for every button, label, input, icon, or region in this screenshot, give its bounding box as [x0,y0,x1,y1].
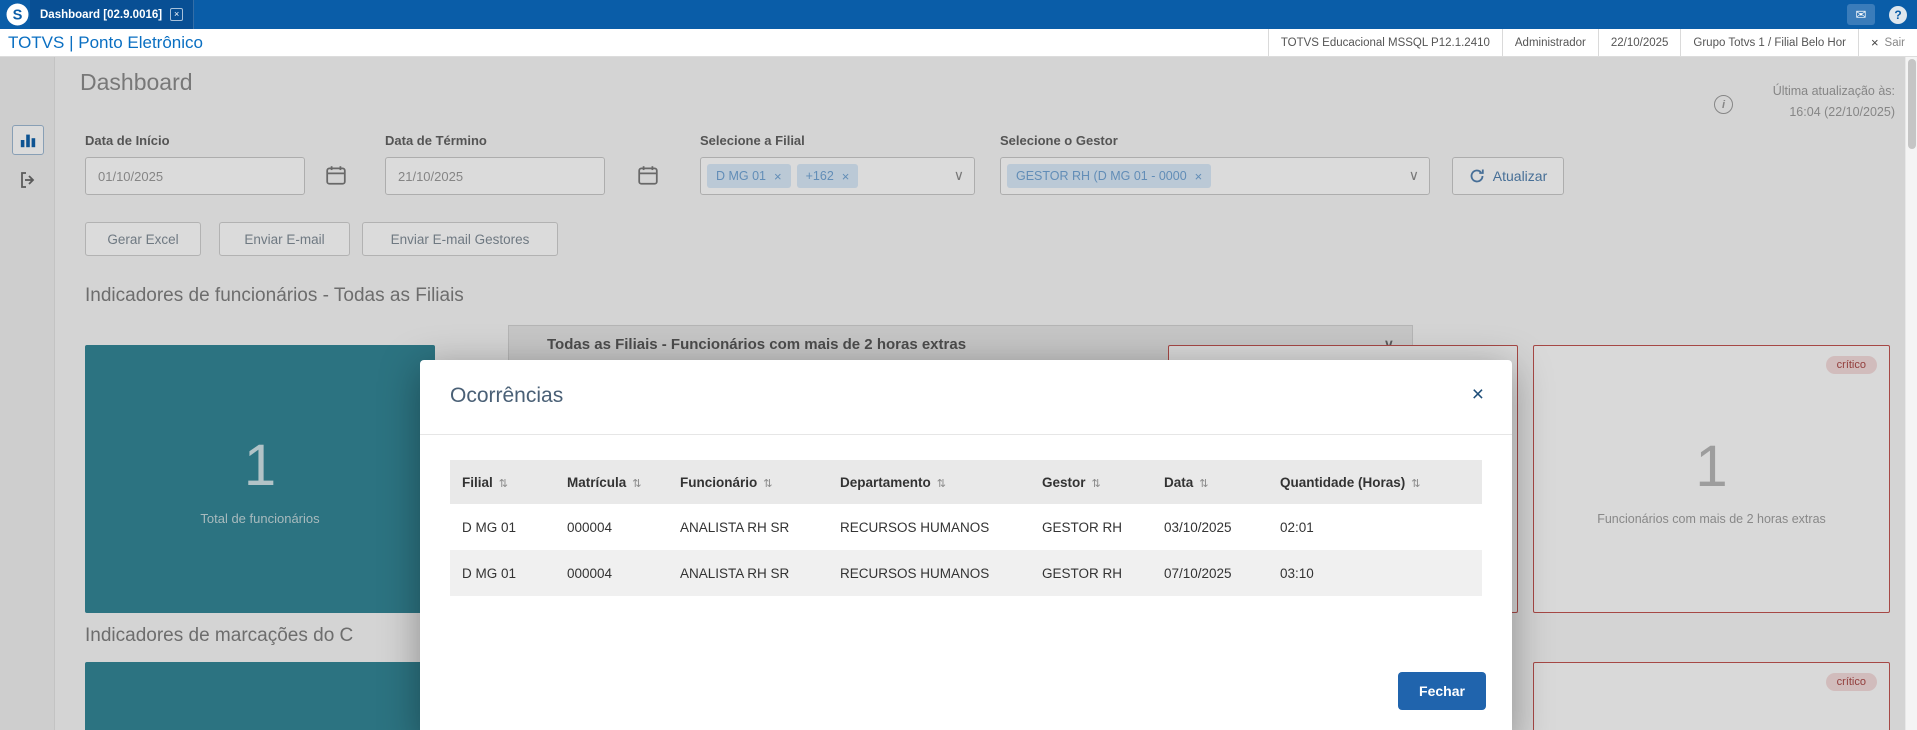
menubar-item-user: Administrador [1501,29,1598,56]
cell-gestor: GESTOR RH [1042,565,1123,581]
menubar-item-branch-group[interactable]: Grupo Totvs 1 / Filial Belo Hor [1680,29,1858,56]
vertical-scrollbar[interactable] [1905,57,1917,730]
column-header-matricula[interactable]: Matrícula ⇅ [555,460,668,504]
modal-title: Ocorrências [450,384,564,407]
app-window: S Dashboard [02.9.0016] × ✉ ? TOTVS | Po… [0,0,1917,730]
cell-departamento: RECURSOS HUMANOS [840,519,990,535]
cell-quantidade: 02:01 [1280,519,1314,535]
svg-text:S: S [13,8,23,24]
totvs-logo-icon: S [6,3,29,26]
tab-dashboard[interactable]: Dashboard [02.9.0016] × [30,0,195,29]
cell-funcionario: ANALISTA RH SR [680,519,790,535]
sort-icon[interactable]: ⇅ [499,478,508,490]
cell-filial: D MG 01 [462,519,517,535]
close-icon: × [1870,35,1879,50]
column-header-filial[interactable]: Filial ⇅ [450,460,555,504]
mail-icon: ✉ [1855,6,1867,22]
cell-gestor: GESTOR RH [1042,519,1123,535]
cell-departamento: RECURSOS HUMANOS [840,565,990,581]
logout-label: Sair [1884,36,1905,49]
cell-filial: D MG 01 [462,565,517,581]
divider [420,434,1512,435]
menubar-status: TOTVS Educacional MSSQL P12.1.2410 Admin… [1267,29,1917,56]
help-icon: ? [1894,7,1902,22]
cell-quantidade: 03:10 [1280,565,1314,581]
mail-button[interactable]: ✉ [1847,4,1875,25]
cell-matricula: 000004 [567,519,613,535]
column-header-data[interactable]: Data ⇅ [1152,460,1268,504]
app-brand: TOTVS | Ponto Eletrônico [8,32,203,52]
cell-matricula: 000004 [567,565,613,581]
column-header-gestor[interactable]: Gestor ⇅ [1030,460,1152,504]
occurrences-modal: Ocorrências × Filial ⇅ Matrícula ⇅ Funcion… [420,360,1512,730]
modal-close-icon[interactable]: × [1472,384,1484,405]
sort-icon[interactable]: ⇅ [763,478,772,490]
cell-data: 07/10/2025 [1164,565,1232,581]
menubar: TOTVS | Ponto Eletrônico TOTVS Educacion… [0,29,1917,57]
fechar-button[interactable]: Fechar [1398,672,1486,710]
sort-icon[interactable]: ⇅ [1092,478,1101,490]
titlebar-actions: ✉ ? [1847,0,1907,29]
logout-button[interactable]: × Sair [1857,29,1917,56]
menubar-item-date: 22/10/2025 [1597,29,1681,56]
cell-funcionario: ANALISTA RH SR [680,565,790,581]
column-header-quantidade[interactable]: Quantidade (Horas) ⇅ [1268,460,1482,504]
cell-data: 03/10/2025 [1164,519,1232,535]
table-row[interactable]: D MG 01 000004 ANALISTA RH SR RECURSOS H… [450,550,1482,596]
table-row[interactable]: D MG 01 000004 ANALISTA RH SR RECURSOS H… [450,504,1482,550]
sort-icon[interactable]: ⇅ [1199,478,1208,490]
table-header-row: Filial ⇅ Matrícula ⇅ Funcionário ⇅ Departam… [450,460,1482,504]
column-header-departamento[interactable]: Departamento ⇅ [828,460,1030,504]
sort-icon[interactable]: ⇅ [937,478,946,490]
occurrences-table: Filial ⇅ Matrícula ⇅ Funcionário ⇅ Departam… [450,460,1482,596]
column-header-funcionario[interactable]: Funcionário ⇅ [668,460,828,504]
tab-close-icon[interactable]: × [170,8,184,21]
menubar-item-environment: TOTVS Educacional MSSQL P12.1.2410 [1267,29,1502,56]
scrollbar-thumb[interactable] [1908,59,1916,149]
help-button[interactable]: ? [1889,5,1907,24]
tab-label: Dashboard [02.9.0016] [40,8,163,21]
titlebar: S Dashboard [02.9.0016] × ✉ ? [0,0,1917,29]
sort-icon[interactable]: ⇅ [1411,478,1420,490]
sort-icon[interactable]: ⇅ [632,478,641,490]
